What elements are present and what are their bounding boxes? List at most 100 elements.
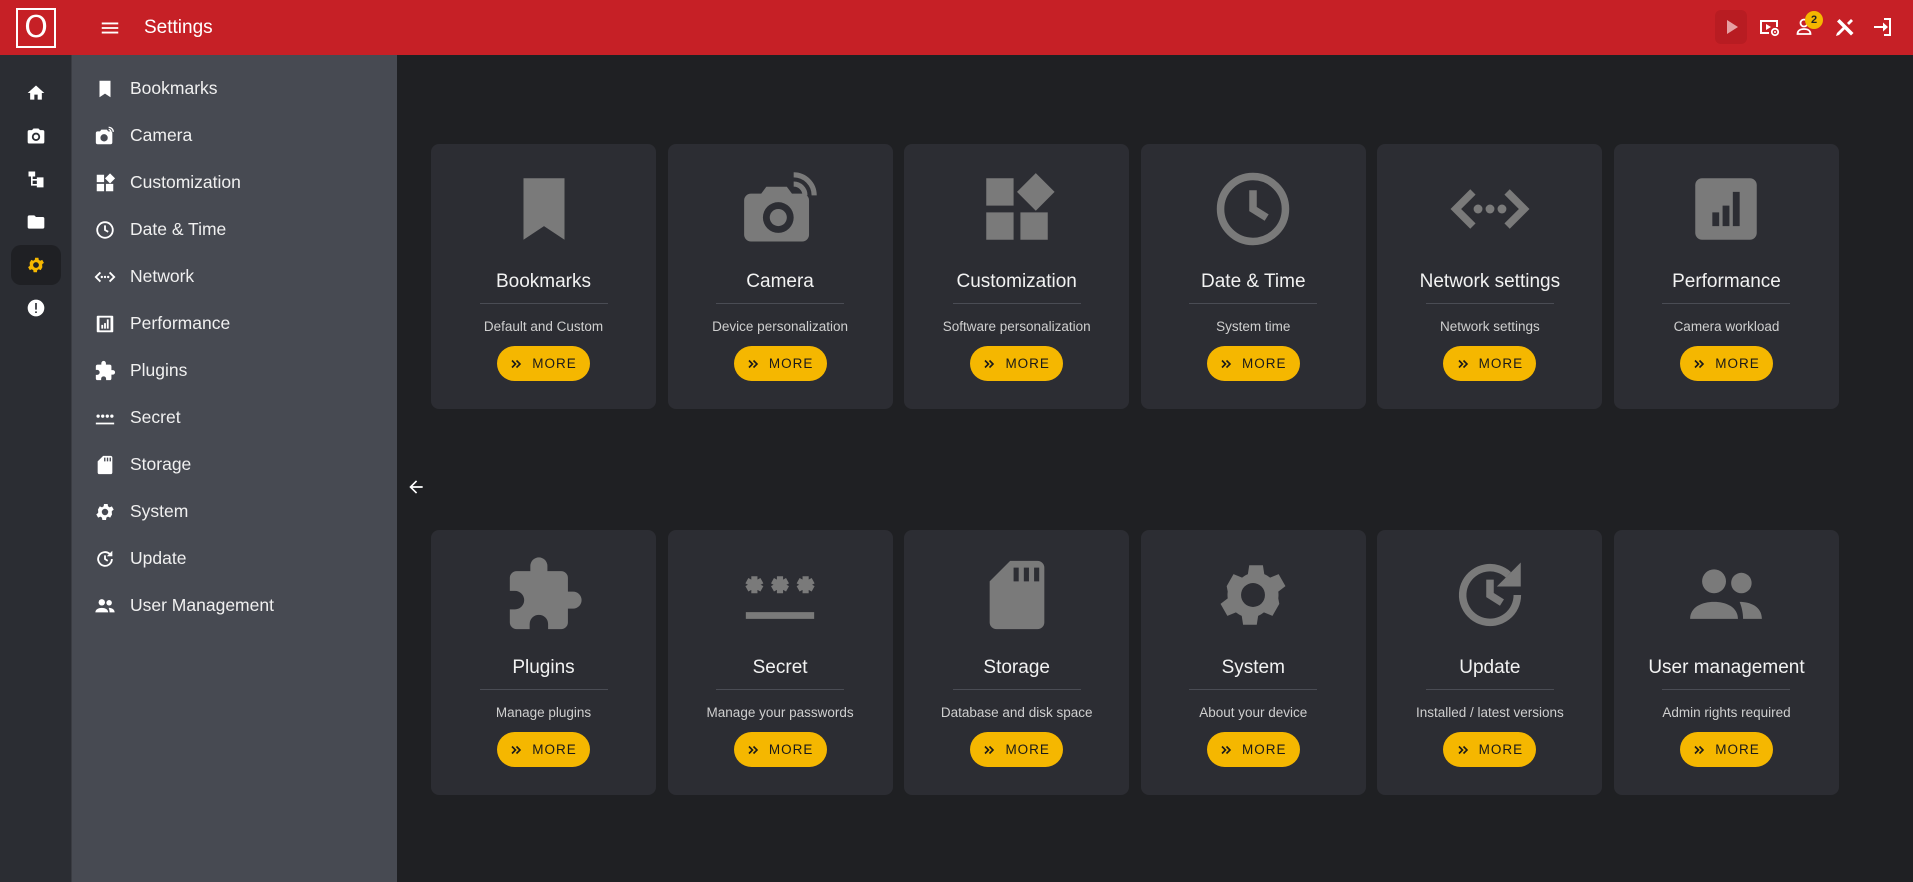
header-actions: 2 bbox=[1715, 10, 1899, 44]
card-subtitle: Admin rights required bbox=[1662, 705, 1791, 720]
settings-card-system: System About your device MORE bbox=[1140, 530, 1366, 795]
card-subtitle: Installed / latest versions bbox=[1415, 705, 1564, 720]
double-chevron-icon bbox=[511, 745, 522, 754]
password-icon bbox=[95, 414, 115, 424]
card-divider bbox=[1662, 689, 1791, 690]
logout-button[interactable] bbox=[1867, 10, 1899, 44]
sidebar-item-update[interactable]: Update bbox=[72, 535, 397, 582]
nav-rail bbox=[0, 55, 72, 882]
card-subtitle: Device personalization bbox=[712, 319, 848, 334]
card-title: Network settings bbox=[1419, 271, 1561, 292]
card-subtitle: Database and disk space bbox=[940, 705, 1093, 720]
more-button-network[interactable]: MORE bbox=[1443, 346, 1537, 381]
sidebar-item-date-time[interactable]: Date & Time bbox=[72, 206, 397, 253]
tools-icon bbox=[1836, 19, 1854, 36]
logo-letter: O bbox=[24, 9, 48, 45]
more-label: MORE bbox=[532, 356, 577, 371]
card-divider bbox=[952, 689, 1081, 690]
more-button-system[interactable]: MORE bbox=[1206, 732, 1300, 767]
card-subtitle: About your device bbox=[1199, 705, 1308, 720]
logo-container[interactable]: O bbox=[0, 0, 72, 55]
home-icon bbox=[27, 85, 44, 100]
rail-home[interactable] bbox=[11, 73, 61, 113]
password-icon bbox=[745, 576, 815, 619]
card-subtitle: Manage plugins bbox=[495, 705, 592, 720]
card-divider bbox=[1425, 689, 1554, 690]
sidebar-item-user-management[interactable]: User Management bbox=[72, 582, 397, 629]
update-icon bbox=[97, 550, 113, 567]
tools-button[interactable] bbox=[1829, 10, 1861, 44]
screencast-settings-button[interactable] bbox=[1753, 10, 1785, 44]
sidebar-item-plugins[interactable]: Plugins bbox=[72, 347, 397, 394]
sidebar-item-secret[interactable]: Secret bbox=[72, 394, 397, 441]
more-button-camera[interactable]: MORE bbox=[733, 346, 827, 381]
sidebar-item-performance[interactable]: Performance bbox=[72, 300, 397, 347]
rail-camera[interactable] bbox=[11, 116, 61, 156]
rail-folder[interactable] bbox=[11, 202, 61, 242]
sidebar-item-network[interactable]: Network bbox=[72, 253, 397, 300]
more-button-date-time[interactable]: MORE bbox=[1206, 346, 1300, 381]
more-button-secret[interactable]: MORE bbox=[733, 732, 827, 767]
more-button-bookmarks[interactable]: MORE bbox=[497, 346, 590, 381]
double-chevron-icon bbox=[511, 359, 522, 368]
puzzle-icon bbox=[509, 557, 582, 630]
play-button[interactable] bbox=[1715, 10, 1747, 44]
more-button-update[interactable]: MORE bbox=[1443, 732, 1537, 767]
rail-alerts[interactable] bbox=[11, 288, 61, 328]
card-divider bbox=[479, 303, 608, 304]
sidebar-item-system[interactable]: System bbox=[72, 488, 397, 535]
rail-tree[interactable] bbox=[11, 159, 61, 199]
more-label: MORE bbox=[768, 742, 814, 757]
more-label: MORE bbox=[1715, 742, 1760, 757]
more-button-storage[interactable]: MORE bbox=[970, 732, 1064, 767]
card-title: Bookmarks bbox=[495, 271, 592, 292]
screencast-settings-icon bbox=[1760, 20, 1780, 37]
settings-content: Bookmarks Default and Custom MORE Camera… bbox=[397, 55, 1913, 882]
more-button-plugins[interactable]: MORE bbox=[497, 732, 590, 767]
card-subtitle: Camera workload bbox=[1673, 319, 1780, 334]
puzzle-icon bbox=[95, 360, 116, 380]
update-icon bbox=[1458, 562, 1521, 627]
more-button-customization[interactable]: MORE bbox=[970, 346, 1064, 381]
sidebar-item-customization[interactable]: Customization bbox=[72, 159, 397, 206]
rail-settings[interactable] bbox=[10, 245, 61, 285]
card-subtitle: Network settings bbox=[1439, 319, 1540, 334]
sidebar-item-label: Camera bbox=[130, 125, 193, 145]
card-subtitle: Default and Custom bbox=[483, 319, 604, 334]
network-icon bbox=[94, 271, 116, 282]
card-title: Secret bbox=[752, 657, 808, 678]
card-title: Update bbox=[1459, 657, 1521, 678]
camera-icon bbox=[744, 172, 817, 242]
settings-card-plugins: Plugins Manage plugins MORE bbox=[431, 530, 656, 795]
sidebar-item-label: Plugins bbox=[130, 360, 188, 380]
logout-icon bbox=[1874, 18, 1891, 36]
network-icon bbox=[1450, 189, 1530, 229]
sidebar-item-bookmarks[interactable]: Bookmarks bbox=[72, 65, 397, 112]
double-chevron-icon bbox=[1694, 359, 1705, 368]
settings-card-customization: Customization Software personalization M… bbox=[904, 144, 1130, 409]
clock-icon bbox=[96, 220, 114, 239]
double-chevron-icon bbox=[984, 745, 995, 754]
card-title: User management bbox=[1648, 657, 1805, 678]
card-title: Customization bbox=[956, 271, 1077, 292]
menu-toggle-button[interactable] bbox=[92, 10, 128, 46]
back-button[interactable] bbox=[402, 473, 430, 501]
app-header: O Settings 2 bbox=[0, 0, 1913, 55]
gear-icon bbox=[96, 503, 114, 520]
card-title: Performance bbox=[1672, 271, 1781, 292]
more-button-user-management[interactable]: MORE bbox=[1679, 732, 1773, 767]
settings-card-update: Update Installed / latest versions MORE bbox=[1377, 530, 1603, 795]
settings-card-network: Network settings Network settings MORE bbox=[1377, 144, 1603, 409]
tree-icon bbox=[28, 171, 43, 188]
double-chevron-icon bbox=[1458, 745, 1468, 754]
users-button[interactable]: 2 bbox=[1791, 10, 1823, 44]
sidebar-item-storage[interactable]: Storage bbox=[72, 441, 397, 488]
more-button-performance[interactable]: MORE bbox=[1679, 346, 1773, 381]
card-subtitle: System time bbox=[1216, 319, 1291, 334]
alert-icon bbox=[27, 299, 44, 317]
sidebar-item-camera[interactable]: Camera bbox=[72, 112, 397, 159]
sidebar-item-label: Storage bbox=[130, 454, 192, 474]
more-label: MORE bbox=[1005, 742, 1050, 757]
widgets-icon bbox=[985, 173, 1055, 240]
settings-grid-row-2: Plugins Manage plugins MORE Secret Manag… bbox=[431, 530, 1843, 795]
